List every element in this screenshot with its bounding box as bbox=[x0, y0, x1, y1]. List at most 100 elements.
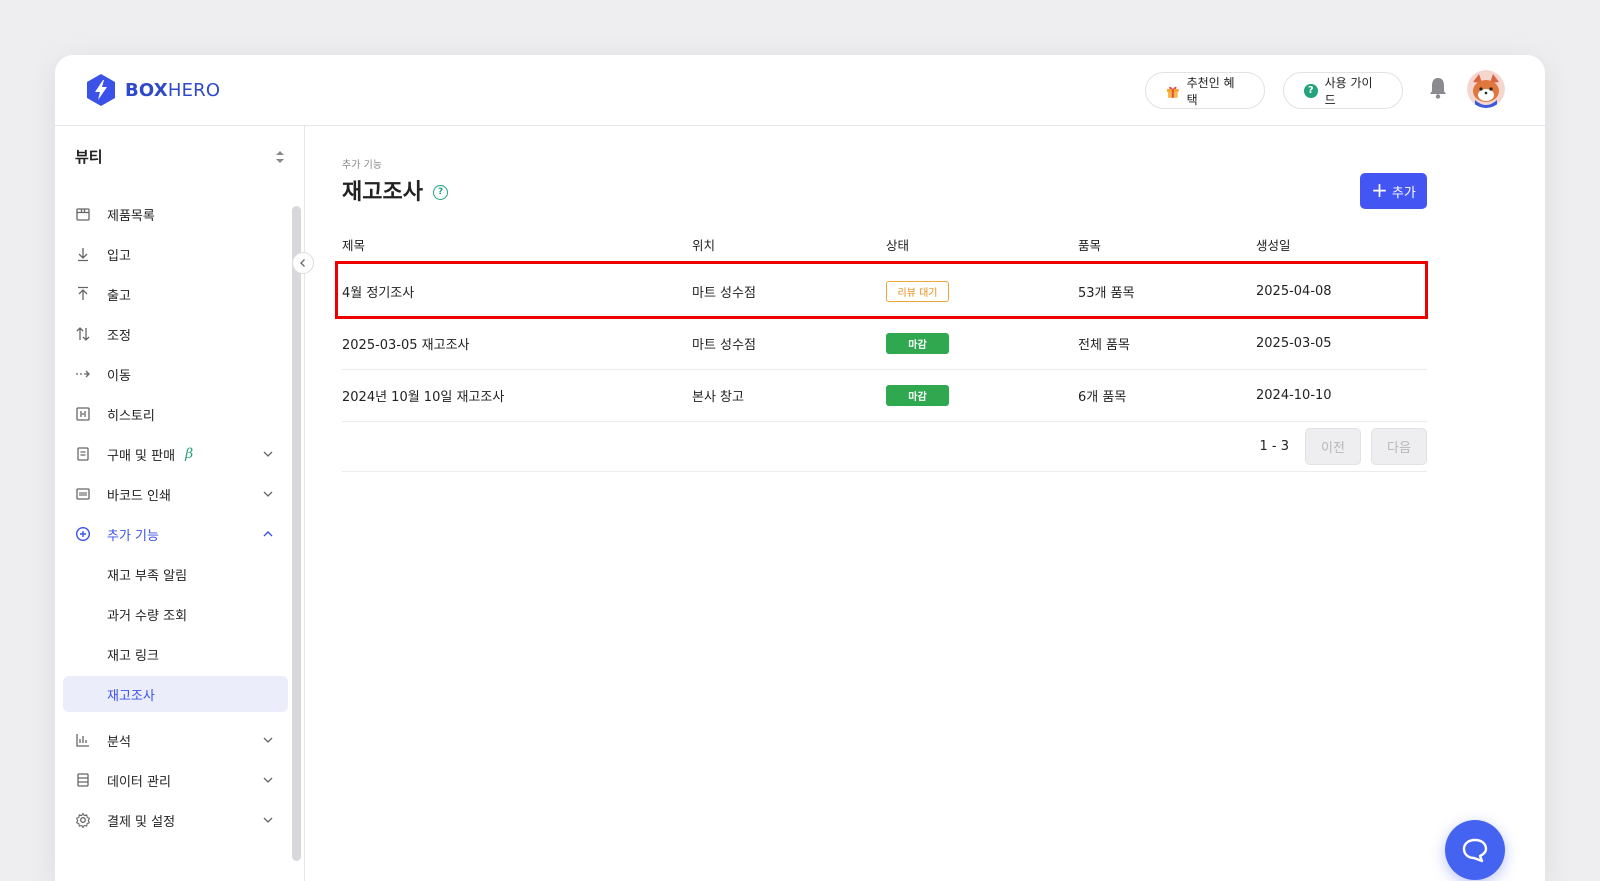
status-badge: 마감 bbox=[886, 333, 949, 354]
user-avatar-icon bbox=[1467, 70, 1505, 108]
prev-page-button[interactable]: 이전 bbox=[1305, 428, 1361, 465]
sidebar-item-stock-out[interactable]: 출고 bbox=[63, 276, 288, 312]
sidebar-item-move[interactable]: 이동 bbox=[63, 356, 288, 392]
sidebar-item-data-management[interactable]: 데이터 관리 bbox=[63, 762, 288, 798]
user-guide-button[interactable]: ? 사용 가이드 bbox=[1283, 72, 1403, 109]
row-title: 2025-03-05 재고조사 bbox=[342, 338, 470, 353]
table-row[interactable]: 2024년 10월 10일 재고조사 본사 창고 마감 6개 품목 2024-1… bbox=[342, 370, 1427, 422]
workspace-name: 뷰티 bbox=[75, 148, 103, 166]
help-icon[interactable]: ? bbox=[432, 184, 448, 200]
row-location: 마트 성수점 bbox=[692, 338, 756, 353]
sidebar-item-label: 데이터 관리 bbox=[107, 774, 171, 790]
row-location: 본사 창고 bbox=[692, 390, 744, 405]
plus-icon: + bbox=[1371, 178, 1388, 202]
add-button[interactable]: + 추가 bbox=[1360, 173, 1427, 209]
logo[interactable]: BOXHERO bbox=[85, 73, 220, 107]
sidebar-item-label: 분석 bbox=[107, 734, 131, 750]
sidebar-item-history[interactable]: 히스토리 bbox=[63, 396, 288, 432]
chat-support-button[interactable] bbox=[1445, 820, 1505, 880]
sidebar-scrollbar[interactable] bbox=[292, 206, 301, 861]
sidebar-item-label: 추가 기능 bbox=[107, 528, 159, 544]
row-created: 2024-10-10 bbox=[1256, 388, 1332, 403]
arrow-up-icon bbox=[78, 286, 88, 300]
column-header-title: 제목 bbox=[342, 237, 366, 253]
sidebar-item-label: 조정 bbox=[107, 328, 131, 344]
chevron-down-icon bbox=[263, 491, 273, 497]
main-content: 추가 기능 재고조사 ? + 추가 제목 위치 상태 품목 생성일 4월 정기조… bbox=[305, 126, 1545, 881]
boxhero-logo-icon bbox=[87, 74, 115, 106]
sidebar-item-label: 과거 수량 조회 bbox=[107, 608, 188, 624]
sidebar: 뷰티 제품목록 입고 출고 조정 이동 히스토리 구매 및 판매 β 바코드 인… bbox=[55, 126, 314, 881]
row-status-cell: 마감 bbox=[886, 333, 1078, 354]
plus-circle-icon bbox=[75, 526, 91, 542]
row-status-cell: 마감 bbox=[886, 385, 1078, 406]
sidebar-item-stock-in[interactable]: 입고 bbox=[63, 236, 288, 272]
next-page-button[interactable]: 다음 bbox=[1371, 428, 1427, 465]
sidebar-item-label: 재고조사 bbox=[107, 688, 155, 704]
status-badge: 마감 bbox=[886, 385, 949, 406]
logo-text: BOXHERO bbox=[125, 79, 221, 101]
pagination: 1 - 3 이전 다음 bbox=[342, 422, 1427, 472]
sidebar-item-stock-count[interactable]: 재고조사 bbox=[63, 676, 288, 712]
sidebar-item-past-quantity[interactable]: 과거 수량 조회 bbox=[63, 596, 288, 632]
row-title: 2024년 10월 10일 재고조사 bbox=[342, 390, 505, 405]
bell-icon[interactable] bbox=[1427, 76, 1449, 100]
page-title: 재고조사 bbox=[342, 180, 423, 205]
row-items: 53개 품목 bbox=[1078, 286, 1135, 301]
sidebar-item-barcode-print[interactable]: 바코드 인쇄 bbox=[63, 476, 288, 512]
arrow-down-icon bbox=[78, 248, 88, 262]
add-button-label: 추가 bbox=[1391, 185, 1416, 201]
sidebar-item-low-stock-alert[interactable]: 재고 부족 알림 bbox=[63, 556, 288, 592]
column-header-items: 품목 bbox=[1078, 237, 1102, 253]
sidebar-item-label: 재고 부족 알림 bbox=[107, 568, 188, 584]
collapse-sidebar-button[interactable] bbox=[292, 252, 314, 274]
row-status-cell: 리뷰 대기 bbox=[886, 281, 1078, 302]
sidebar-item-purchase-sales[interactable]: 구매 및 판매 β bbox=[63, 436, 288, 472]
sort-arrows-icon bbox=[276, 150, 284, 163]
sidebar-item-analytics[interactable]: 분석 bbox=[63, 722, 288, 758]
sidebar-nav: 제품목록 입고 출고 조정 이동 히스토리 구매 및 판매 β 바코드 인쇄 추… bbox=[63, 196, 288, 842]
help-circle-icon: ? bbox=[1304, 83, 1318, 98]
table-row[interactable]: 4월 정기조사 마트 성수점 리뷰 대기 53개 품목 2025-04-08 bbox=[335, 261, 1428, 319]
database-icon bbox=[77, 773, 89, 787]
box-icon bbox=[76, 208, 90, 221]
sidebar-item-billing-settings[interactable]: 결제 및 설정 bbox=[63, 802, 288, 838]
row-items: 6개 품목 bbox=[1078, 390, 1127, 405]
workspace-selector[interactable]: 뷰티 bbox=[75, 146, 285, 167]
chat-bubble-icon bbox=[1462, 838, 1488, 863]
avatar[interactable] bbox=[1467, 70, 1505, 108]
sidebar-item-adjust[interactable]: 조정 bbox=[63, 316, 288, 352]
breadcrumb[interactable]: 추가 기능 bbox=[342, 156, 382, 171]
referral-label: 추천인 혜택 bbox=[1186, 75, 1235, 107]
sidebar-item-products[interactable]: 제품목록 bbox=[63, 196, 288, 232]
sidebar-item-label: 구매 및 판매 bbox=[107, 448, 176, 464]
gear-icon bbox=[75, 812, 91, 828]
row-location: 마트 성수점 bbox=[692, 286, 756, 301]
column-header-location: 위치 bbox=[692, 237, 716, 253]
document-icon bbox=[77, 447, 89, 461]
row-created: 2025-04-08 bbox=[1256, 284, 1332, 299]
history-icon bbox=[76, 407, 90, 421]
chart-icon bbox=[76, 734, 89, 747]
top-bar: BOXHERO 추천인 혜택 ? 사용 가이드 bbox=[55, 55, 1545, 126]
sidebar-item-add-ons[interactable]: 추가 기능 bbox=[63, 516, 288, 552]
chevron-up-icon bbox=[263, 531, 273, 537]
chevron-down-icon bbox=[263, 777, 273, 783]
referral-button[interactable]: 추천인 혜택 bbox=[1145, 72, 1265, 109]
stock-count-table: 제목 위치 상태 품목 생성일 4월 정기조사 마트 성수점 리뷰 대기 53개… bbox=[335, 222, 1428, 472]
sidebar-item-label: 바코드 인쇄 bbox=[107, 488, 171, 504]
row-created: 2025-03-05 bbox=[1256, 336, 1332, 351]
pagination-range: 1 - 3 bbox=[1259, 439, 1290, 454]
row-title: 4월 정기조사 bbox=[342, 286, 415, 301]
row-items: 전체 품목 bbox=[1078, 338, 1130, 353]
gift-icon bbox=[1166, 86, 1179, 98]
column-header-status: 상태 bbox=[886, 237, 910, 253]
sidebar-item-stock-link[interactable]: 재고 링크 bbox=[63, 636, 288, 672]
barcode-icon bbox=[76, 488, 90, 500]
chevron-down-icon bbox=[263, 817, 273, 823]
table-row[interactable]: 2025-03-05 재고조사 마트 성수점 마감 전체 품목 2025-03-… bbox=[342, 318, 1427, 370]
chevron-left-icon bbox=[300, 259, 305, 267]
chevron-down-icon bbox=[263, 737, 273, 743]
app-window: BOXHERO 추천인 혜택 ? 사용 가이드 뷰티 제품목록 입고 출고 조정… bbox=[55, 55, 1545, 881]
chevron-down-icon bbox=[263, 451, 273, 457]
